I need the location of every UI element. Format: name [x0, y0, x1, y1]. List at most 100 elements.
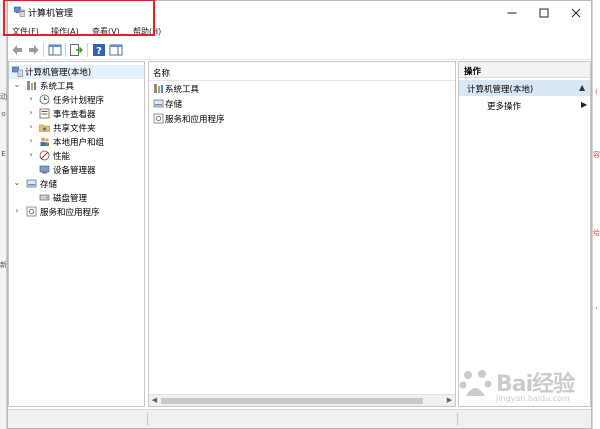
status-divider	[147, 413, 148, 426]
background-glyph: E	[1, 150, 6, 158]
menu-file[interactable]: 文件(F)	[12, 26, 39, 37]
paw-logo-icon	[459, 370, 492, 396]
scroll-left-icon[interactable]: ◀	[149, 395, 160, 406]
shared-folder-icon	[39, 124, 50, 132]
column-header-name[interactable]: 名称	[153, 67, 170, 79]
background-glyph: 给	[593, 229, 600, 237]
minimize-icon	[507, 12, 517, 14]
menu-help[interactable]: 帮助(H)	[133, 26, 161, 37]
tree-item-label: 系统工具	[40, 82, 75, 92]
chevron-down-icon[interactable]: ⌄	[13, 80, 21, 89]
tree-item-label: 存储	[40, 180, 58, 190]
tree-item-label: 性能	[53, 152, 71, 162]
export-list-icon[interactable]	[69, 43, 83, 57]
toolbar-separator	[87, 43, 88, 57]
storage-icon	[26, 179, 37, 188]
tree-item-shared-folders[interactable]: › 共享文件夹	[9, 121, 144, 135]
device-manager-icon	[39, 165, 50, 174]
chevron-down-icon[interactable]: ⌄	[13, 178, 21, 187]
services-icon	[26, 206, 37, 217]
action-item-label: 更多操作	[487, 102, 522, 112]
services-icon	[153, 113, 164, 124]
chevron-right-icon[interactable]: ›	[27, 94, 35, 103]
scrollbar-thumb[interactable]	[161, 398, 423, 404]
close-icon	[571, 8, 581, 18]
tree-item-label: 本地用户和组	[53, 138, 105, 148]
results-pane: 名称 系统工具 存储 服务和应用程序 ◀ ▶	[148, 61, 456, 407]
background-glyph: 新	[0, 261, 7, 269]
submenu-arrow-icon: ▶	[581, 100, 588, 109]
tree-item-label: 事件查看器	[53, 110, 96, 120]
show-hide-action-pane-icon[interactable]	[109, 43, 123, 57]
toolbar-separator	[65, 43, 66, 57]
computer-management-icon	[12, 66, 23, 77]
chevron-right-icon[interactable]: ›	[27, 122, 35, 131]
tree-item-label: 设备管理器	[53, 166, 96, 176]
tree-item-disk-management[interactable]: 磁盘管理	[9, 191, 144, 205]
tree-item-label: 计算机管理(本地)	[25, 68, 92, 78]
tree-item-storage[interactable]: ⌄ 存储	[9, 177, 144, 191]
tree-item-performance[interactable]: › 性能	[9, 149, 144, 163]
maximize-button[interactable]	[528, 1, 560, 24]
menu-view[interactable]: 查看(V)	[92, 26, 120, 37]
background-glyph: 容	[593, 151, 600, 159]
background-glyph: 动	[0, 93, 7, 101]
toolbar-separator	[43, 43, 44, 57]
tree-item-label: 服务和应用程序	[40, 208, 100, 218]
background-glyph: (	[595, 88, 598, 96]
list-item-label: 系统工具	[165, 85, 200, 95]
tree-item-local-users-groups[interactable]: › 本地用户和组	[9, 135, 144, 149]
menu-action[interactable]: 操作(A)	[51, 26, 79, 37]
background-window-strip-right	[592, 0, 600, 429]
status-divider	[457, 413, 458, 426]
background-glyph: o	[1, 110, 6, 118]
disk-icon	[39, 194, 50, 201]
actions-section-computer-management[interactable]: 计算机管理(本地) ▲	[459, 80, 590, 96]
action-more-actions[interactable]: 更多操作 ▶	[459, 99, 590, 113]
tree-item-label: 共享文件夹	[53, 124, 96, 134]
list-item-system-tools[interactable]: 系统工具	[153, 82, 353, 96]
tree-item-root[interactable]: 计算机管理(本地)	[9, 65, 144, 79]
actions-section-label: 计算机管理(本地)	[467, 85, 534, 95]
scroll-right-icon[interactable]: ▶	[444, 395, 455, 406]
tree-item-system-tools[interactable]: ⌄ 系统工具	[9, 79, 144, 93]
event-viewer-icon	[39, 108, 50, 119]
minimize-button[interactable]	[496, 1, 528, 24]
console-tree-pane: 计算机管理(本地) ⌄ 系统工具 › 任务计划程序 › 事件查看器 › 共享文件…	[8, 61, 145, 407]
list-item-storage[interactable]: 存储	[153, 97, 353, 111]
storage-icon	[153, 99, 164, 108]
toolbar: ?	[8, 40, 591, 60]
back-icon[interactable]	[11, 43, 25, 57]
tree-item-task-scheduler[interactable]: › 任务计划程序	[9, 93, 144, 107]
chevron-right-icon[interactable]: ›	[27, 108, 35, 117]
menu-bar: 文件(F) 操作(A) 查看(V) 帮助(H)	[8, 24, 591, 40]
users-icon	[40, 137, 49, 146]
chevron-right-icon[interactable]: ›	[13, 206, 21, 215]
title-bar[interactable]: 计算机管理	[8, 1, 591, 24]
tree-item-label: 任务计划程序	[53, 96, 105, 106]
tools-icon	[27, 81, 36, 90]
list-item-services-applications[interactable]: 服务和应用程序	[153, 112, 353, 126]
help-icon[interactable]: ?	[92, 43, 106, 57]
chevron-right-icon[interactable]: ›	[27, 136, 35, 145]
close-button[interactable]	[560, 1, 592, 24]
chevron-right-icon[interactable]: ›	[27, 150, 35, 159]
maximize-icon	[539, 8, 549, 18]
show-hide-console-tree-icon[interactable]	[48, 43, 62, 57]
window-title: 计算机管理	[28, 9, 74, 19]
tree-item-label: 磁盘管理	[53, 194, 88, 204]
baidu-jingyan-watermark-logo: Bai经验 jingyan.baidu.com	[456, 362, 588, 414]
performance-icon	[39, 150, 50, 161]
actions-header: 操作	[459, 62, 590, 78]
horizontal-scrollbar[interactable]: ◀ ▶	[149, 394, 455, 406]
tree-item-device-manager[interactable]: 设备管理器	[9, 163, 144, 177]
computer-management-icon	[14, 6, 25, 17]
background-window-strip-left	[0, 0, 7, 429]
forward-icon[interactable]	[26, 43, 40, 57]
svg-text:?: ?	[96, 46, 102, 57]
tree-item-event-viewer[interactable]: › 事件查看器	[9, 107, 144, 121]
collapse-up-icon[interactable]: ▲	[579, 83, 585, 92]
list-item-label: 服务和应用程序	[165, 115, 225, 125]
tree-item-services-applications[interactable]: › 服务和应用程序	[9, 205, 144, 219]
background-glyph: ,	[595, 302, 598, 310]
